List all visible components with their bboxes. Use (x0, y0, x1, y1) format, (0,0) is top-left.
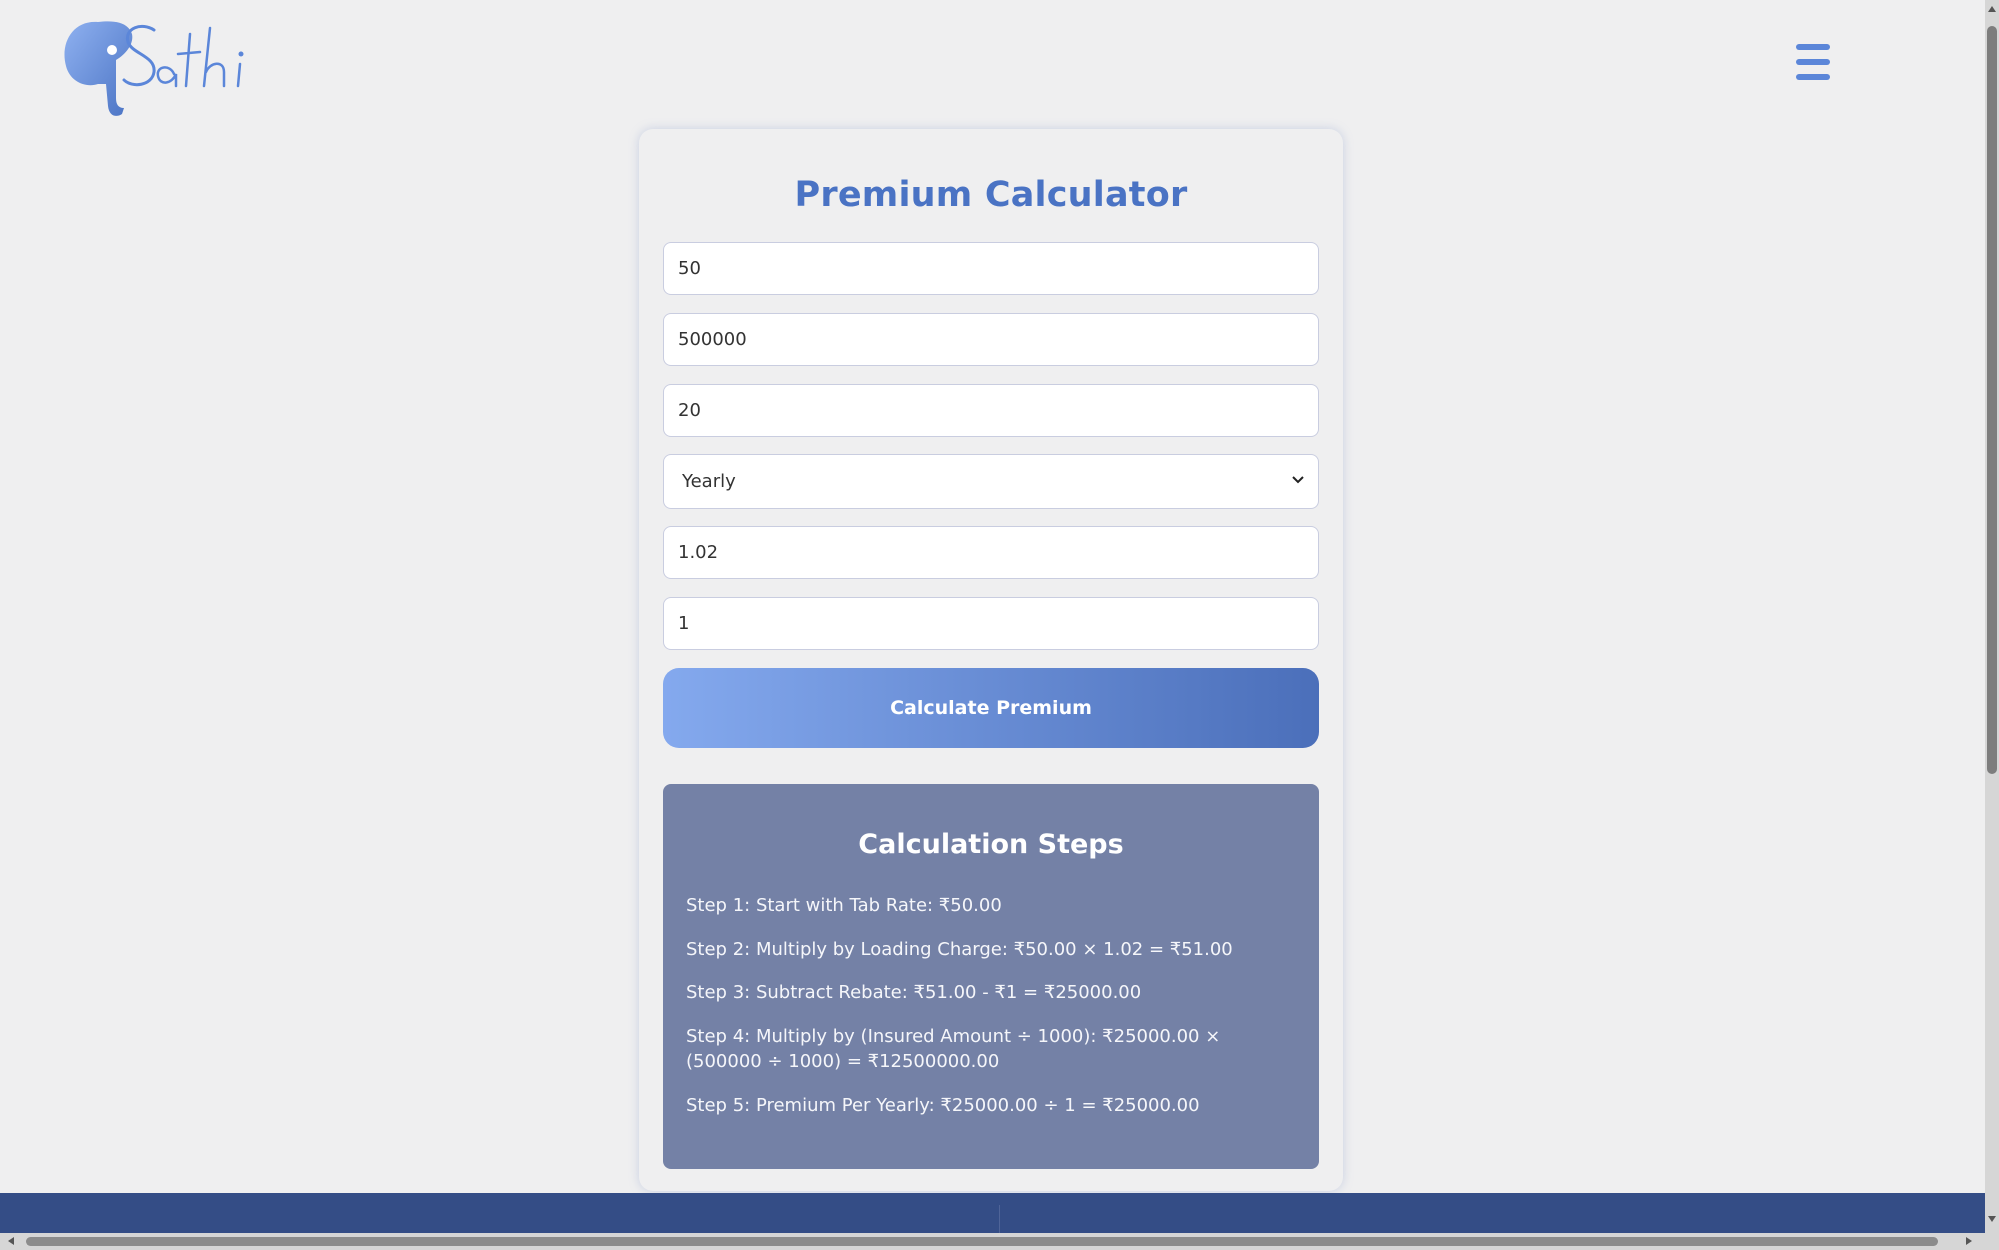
loading-charge-input[interactable] (663, 526, 1319, 579)
insured-amount-input[interactable] (663, 313, 1319, 366)
hamburger-menu-icon[interactable] (1796, 44, 1830, 80)
scroll-left-icon[interactable] (8, 1237, 14, 1245)
frequency-select[interactable]: Yearly (663, 454, 1319, 509)
vertical-scrollbar[interactable] (1985, 0, 1999, 1233)
calculation-steps-panel: Calculation Steps Step 1: Start with Tab… (663, 784, 1319, 1169)
frequency-selected-value: Yearly (682, 471, 736, 492)
steps-title: Calculation Steps (858, 829, 1124, 860)
term-input[interactable] (663, 384, 1319, 437)
chevron-down-icon (1292, 476, 1304, 484)
tab-rate-input[interactable] (663, 242, 1319, 295)
scroll-right-icon[interactable] (1966, 1237, 1972, 1245)
calculate-premium-button[interactable]: Calculate Premium (663, 668, 1319, 748)
scroll-down-icon[interactable] (1988, 1216, 1996, 1222)
step-item: Step 1: Start with Tab Rate: ₹50.00 (686, 895, 1002, 916)
step-item: Step 3: Subtract Rebate: ₹51.00 - ₹1 = ₹… (686, 982, 1142, 1003)
scroll-up-icon[interactable] (1988, 6, 1996, 12)
step-item: Step 5: Premium Per Yearly: ₹25000.00 ÷ … (686, 1095, 1200, 1116)
horizontal-scrollbar[interactable] (0, 1233, 1999, 1250)
sathi-logo[interactable] (58, 14, 268, 124)
step-item: Step 2: Multiply by Loading Charge: ₹50.… (686, 939, 1233, 960)
premium-calculator-card: Premium Calculator Yearly Calculate Prem… (639, 129, 1343, 1191)
rebate-input[interactable] (663, 597, 1319, 650)
calculate-premium-label: Calculate Premium (890, 697, 1092, 719)
vertical-scroll-thumb[interactable] (1987, 26, 1997, 774)
page-title: Premium Calculator (794, 175, 1188, 215)
elephant-logo-icon (64, 21, 244, 116)
footer-bar (0, 1193, 1985, 1233)
step-item: Step 4: Multiply by (Insured Amount ÷ 10… (686, 1026, 1221, 1072)
horizontal-scroll-thumb[interactable] (26, 1237, 1938, 1246)
footer-divider (999, 1205, 1000, 1233)
